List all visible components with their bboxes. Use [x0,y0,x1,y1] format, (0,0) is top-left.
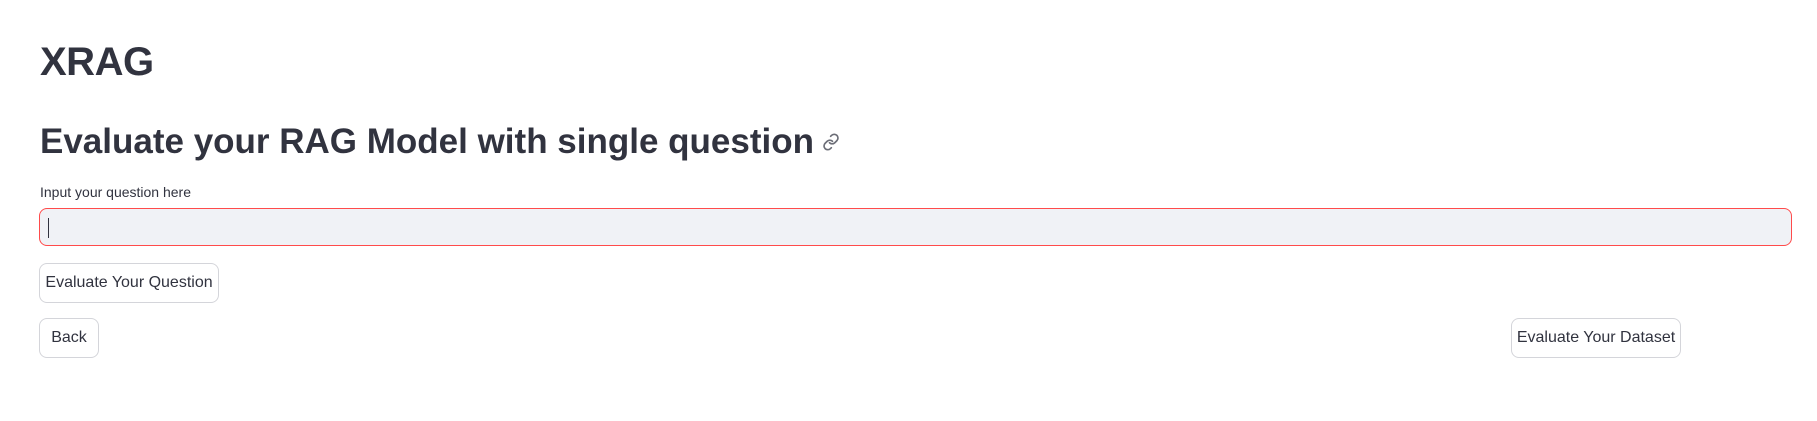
link-icon[interactable] [822,133,840,151]
page: XRAG Evaluate your RAG Model with single… [0,0,1817,421]
question-field-label: Input your question here [40,184,191,200]
section-heading: Evaluate your RAG Model with single ques… [40,118,840,166]
back-button[interactable]: Back [39,318,99,358]
text-caret [48,218,49,238]
app-title: XRAG [40,40,154,84]
question-input[interactable] [40,209,1791,245]
evaluate-question-button[interactable]: Evaluate Your Question [39,263,219,303]
section-heading-text: Evaluate your RAG Model with single ques… [40,122,814,161]
evaluate-dataset-button[interactable]: Evaluate Your Dataset [1511,318,1681,358]
question-input-container[interactable] [39,208,1792,246]
